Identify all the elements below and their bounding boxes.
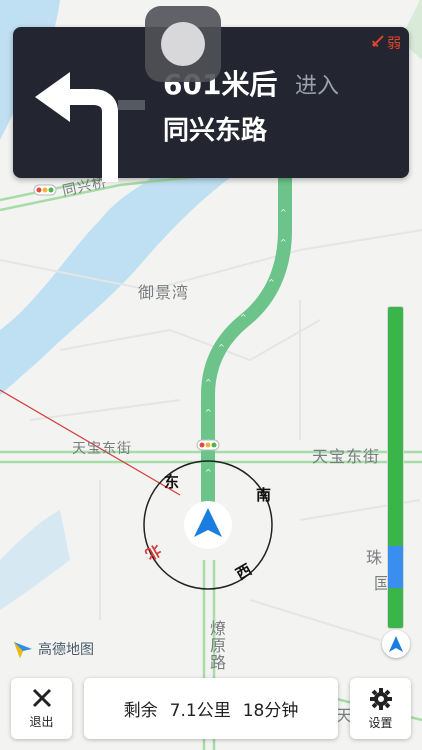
svg-text:^: ^ — [280, 238, 287, 247]
remaining-prefix: 剩余 — [123, 701, 158, 721]
svg-text:^: ^ — [218, 343, 225, 352]
nav-arrow-icon — [389, 636, 403, 652]
remaining-summary[interactable]: 剩余 7.1公里 18分钟 — [84, 678, 338, 739]
partial-label-right-1: 珠 — [366, 548, 384, 567]
svg-text:^: ^ — [268, 278, 275, 287]
compass-east-label: 东 — [164, 473, 180, 491]
svg-text:^: ^ — [205, 468, 212, 477]
gps-signal-status: 弱 — [371, 33, 401, 53]
svg-text:^: ^ — [205, 378, 212, 387]
assistive-touch-button[interactable] — [145, 6, 221, 82]
road-label-liaoyuan: 燎原路 — [207, 620, 226, 671]
svg-text:^: ^ — [280, 208, 287, 217]
close-icon — [32, 688, 51, 708]
settings-button[interactable]: 设置 — [350, 678, 411, 739]
svg-text:^: ^ — [240, 313, 247, 322]
gps-signal-text: 弱 — [387, 36, 401, 52]
street-label-tianbao-west: 天宝东街 — [72, 441, 132, 457]
remaining-distance: 7.1公里 — [169, 701, 231, 721]
turn-action: 进入 — [295, 74, 340, 99]
settings-label: 设置 — [368, 715, 393, 730]
amap-logo-icon — [14, 642, 32, 658]
next-road-name: 同兴东路 — [163, 116, 268, 146]
turn-left-arrow-icon — [35, 72, 145, 182]
traffic-bar-current-segment — [388, 546, 403, 588]
exit-button[interactable]: 退出 — [11, 678, 72, 739]
route-traffic-bar — [387, 306, 404, 629]
locate-car-button[interactable] — [382, 630, 410, 658]
exit-label: 退出 — [29, 715, 54, 729]
gps-signal-icon — [371, 34, 385, 52]
amap-logo-text: 高德地图 — [38, 642, 94, 658]
svg-text:^: ^ — [205, 408, 212, 417]
compass-south-label: 南 — [256, 486, 272, 504]
remaining-time: 18分钟 — [242, 701, 299, 721]
gear-icon — [369, 687, 392, 710]
street-label-tianbao-east: 天宝东街 — [312, 447, 381, 466]
poi-label-yujingwan: 御景湾 — [138, 283, 190, 302]
amap-logo: 高德地图 — [12, 638, 94, 660]
